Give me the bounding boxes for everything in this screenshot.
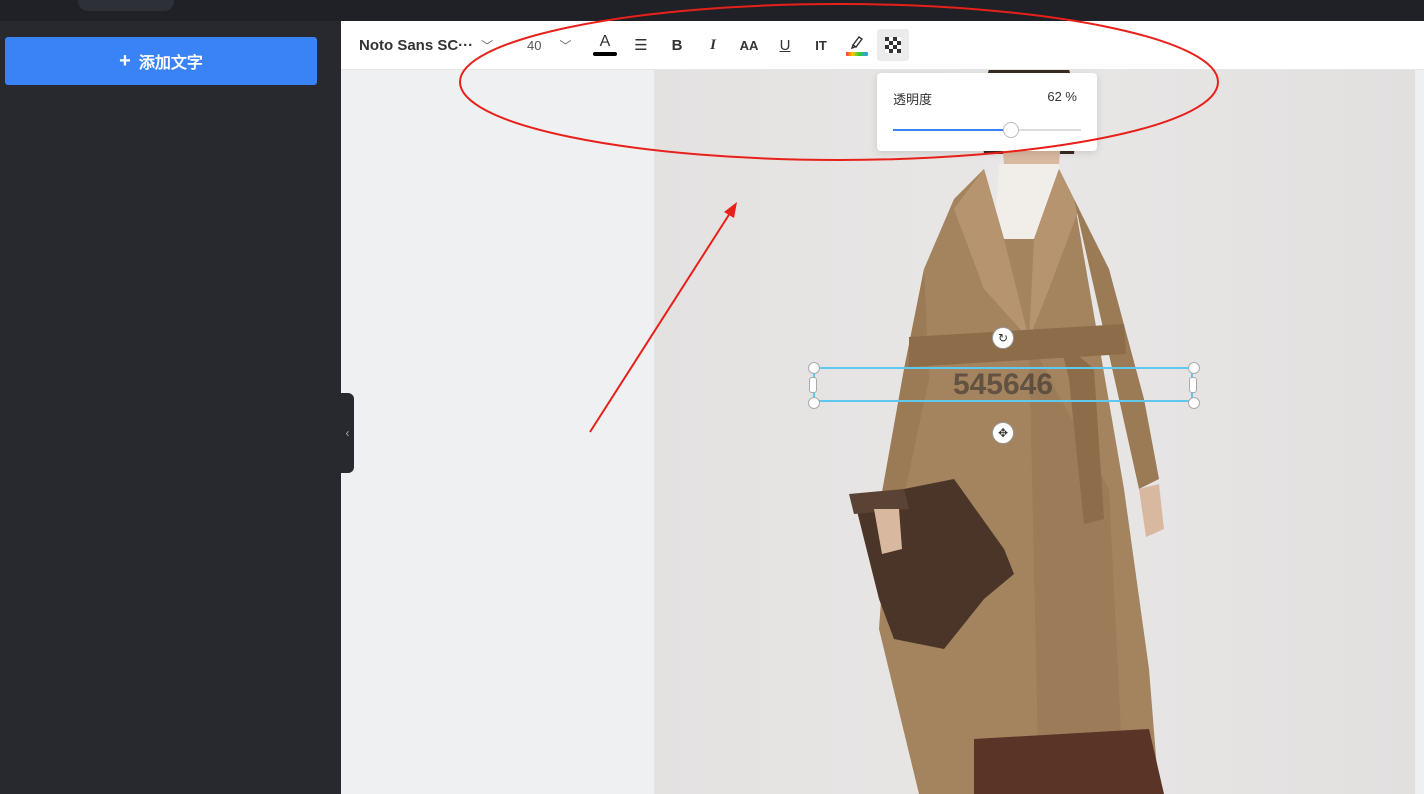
add-text-label: 添加文字 — [138, 55, 203, 72]
chevron-down-icon: ﹀ — [559, 38, 572, 53]
italic-icon: I — [710, 36, 716, 53]
opacity-button[interactable] — [877, 29, 909, 61]
bold-icon: B — [671, 36, 683, 54]
underline-button[interactable]: U — [770, 21, 800, 69]
top-tab[interactable] — [78, 0, 174, 11]
text-color-icon: A — [599, 33, 611, 50]
chevron-down-icon: ﹀ — [481, 38, 494, 53]
align-button[interactable]: ☰ — [626, 21, 656, 69]
coat-photo-illustration — [849, 69, 1164, 794]
move-handle[interactable]: ✥ — [992, 422, 1014, 444]
plus-icon: + — [119, 49, 131, 72]
top-bar — [0, 0, 1424, 21]
opacity-value: 62 % — [1047, 89, 1077, 104]
coat-photo — [654, 69, 1415, 794]
opacity-slider[interactable] — [893, 122, 1081, 138]
resize-handle-top-left[interactable] — [808, 362, 820, 374]
chevron-left-icon: ‹ — [345, 426, 350, 440]
text-color-swatch — [593, 52, 617, 56]
selected-text-element[interactable]: 545646 — [813, 367, 1193, 402]
resize-handle-right[interactable] — [1189, 377, 1197, 393]
resize-handle-bottom-left[interactable] — [808, 397, 820, 409]
highlighter-icon — [846, 36, 868, 56]
text-color-button[interactable]: A — [590, 21, 620, 69]
resize-handle-bottom-right[interactable] — [1188, 397, 1200, 409]
letter-spacing-icon: AA — [739, 37, 759, 53]
italic-button[interactable]: I — [698, 21, 728, 69]
font-family-select[interactable]: Noto Sans SC··· ﹀ — [359, 21, 493, 69]
text-toolbar: Noto Sans SC··· ﹀ 40 ﹀ A ☰ B I AA U IT — [341, 21, 1424, 70]
opacity-slider-fill — [893, 129, 1010, 131]
collapse-sidebar-button[interactable]: ‹ — [341, 393, 354, 473]
left-sidebar: + 添加文字 — [0, 21, 341, 794]
opacity-label: 透明度 — [893, 92, 933, 107]
align-icon: ☰ — [634, 37, 648, 54]
add-text-button[interactable]: + 添加文字 — [5, 37, 317, 85]
opacity-slider-handle[interactable] — [1002, 122, 1019, 138]
bold-button[interactable]: B — [662, 21, 692, 69]
rotate-handle[interactable]: ↻ — [992, 327, 1014, 349]
font-family-value: Noto Sans SC··· — [359, 36, 474, 54]
resize-handle-top-right[interactable] — [1188, 362, 1200, 374]
highlight-button[interactable] — [842, 21, 872, 69]
move-icon: ✥ — [997, 426, 1009, 440]
checkerboard-icon — [885, 37, 901, 53]
letter-spacing-button[interactable]: AA — [734, 21, 764, 69]
line-height-button[interactable]: IT — [806, 21, 836, 69]
font-size-select[interactable]: 40 ﹀ — [527, 21, 571, 69]
canvas-text: 545646 — [952, 367, 1054, 401]
opacity-popover: 透明度 62 % — [877, 73, 1097, 151]
resize-handle-left[interactable] — [809, 377, 817, 393]
canvas-area[interactable] — [341, 69, 1424, 794]
line-height-icon: IT — [815, 37, 827, 53]
underline-icon: U — [779, 36, 791, 54]
rotate-icon: ↻ — [997, 331, 1009, 345]
font-size-value: 40 — [527, 37, 542, 53]
